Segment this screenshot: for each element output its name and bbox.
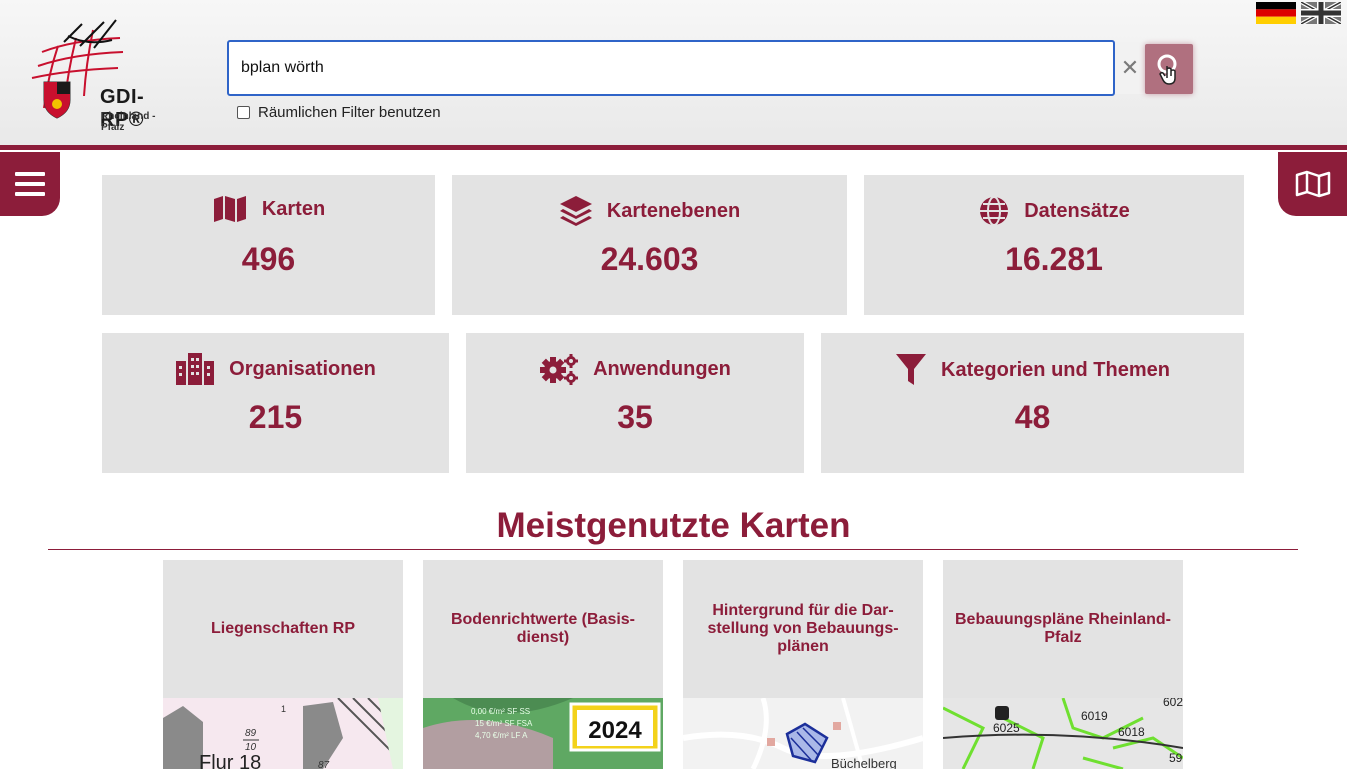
card-title: Hintergrund für die Dar-stellung von Beb… bbox=[707, 602, 899, 655]
place-label: Büchelberg bbox=[831, 756, 897, 769]
card-title: Bodenrichtwerte (Basis-dienst) bbox=[450, 611, 636, 646]
value-line: 4,70 €/m² LF A bbox=[475, 731, 528, 740]
card-thumbnail: 2024 0,00 €/m² SF SS 15 €/m² SF FSA 4,70… bbox=[423, 698, 663, 769]
close-icon: ✕ bbox=[1120, 55, 1140, 80]
card-thumbnail: Büchelberg bbox=[683, 698, 923, 769]
map-card-bebauungsplaene[interactable]: Bebauungspläne Rheinland-Pfalz 6019 6018… bbox=[943, 560, 1183, 769]
stat-count: 215 bbox=[248, 399, 303, 435]
stat-count: 16.281 bbox=[1005, 241, 1103, 277]
parcel-number: 87 bbox=[318, 760, 330, 769]
gears-icon bbox=[540, 354, 579, 385]
map-card-hintergrund[interactable]: Hintergrund für die Dar-stellung von Beb… bbox=[683, 560, 923, 769]
stat-datensaetze[interactable]: Datensätze 16.281 bbox=[864, 175, 1244, 315]
spatial-filter[interactable]: Räumlichen Filter benutzen bbox=[237, 104, 441, 121]
stat-label: Anwendungen bbox=[593, 357, 731, 380]
section-divider bbox=[48, 549, 1298, 550]
stat-label: Kategorien und Themen bbox=[941, 358, 1170, 381]
de-flag-icon[interactable] bbox=[1256, 2, 1296, 24]
gdi-rp-logo[interactable]: GDI-RP® Rheinland - Pfalz bbox=[28, 16, 178, 133]
card-thumbnail: 89 10 87 1 Flur 18 bbox=[163, 698, 403, 769]
map-icon bbox=[1295, 170, 1330, 198]
globe-icon bbox=[980, 196, 1009, 226]
search-icon bbox=[1157, 54, 1177, 85]
stat-organisationen[interactable]: Organisationen 215 bbox=[102, 333, 449, 473]
layers-icon bbox=[559, 196, 592, 226]
flur-label: Flur 18 bbox=[199, 752, 261, 769]
stat-label: Organisationen bbox=[229, 357, 376, 380]
stat-count: 24.603 bbox=[600, 241, 699, 277]
plan-number: 6019 bbox=[1081, 709, 1108, 723]
search-input[interactable] bbox=[227, 40, 1115, 96]
map-card-bodenrichtwerte[interactable]: Bodenrichtwerte (Basis-dienst) 2024 0,00… bbox=[423, 560, 663, 769]
spatial-filter-label: Räumlichen Filter benutzen bbox=[258, 104, 441, 121]
plan-number: 6018 bbox=[1118, 725, 1145, 739]
parcel-number: 89 bbox=[245, 728, 257, 739]
clear-search-button[interactable]: ✕ bbox=[1115, 42, 1145, 94]
stat-count: 35 bbox=[617, 399, 653, 435]
plan-number: 6025 bbox=[993, 721, 1020, 735]
spatial-filter-checkbox[interactable] bbox=[237, 106, 250, 119]
plan-number: 602 bbox=[1163, 698, 1183, 709]
hamburger-icon bbox=[15, 172, 45, 196]
card-thumbnail: 6019 6018 6025 602 59 bbox=[943, 698, 1183, 769]
stat-kategorien[interactable]: Kategorien und Themen 48 bbox=[821, 333, 1244, 473]
year-badge: 2024 bbox=[588, 717, 642, 744]
map-viewer-button[interactable] bbox=[1278, 152, 1347, 216]
section-title: Meistgenutzte Karten bbox=[496, 506, 851, 545]
parcel-number: 1 bbox=[281, 704, 286, 714]
stat-count: 496 bbox=[241, 241, 296, 277]
search-button[interactable] bbox=[1145, 44, 1193, 94]
menu-button[interactable] bbox=[0, 152, 60, 216]
language-switcher bbox=[1256, 2, 1341, 24]
logo-subtitle: Rheinland - Pfalz bbox=[101, 111, 156, 133]
stat-label: Kartenebenen bbox=[606, 199, 741, 222]
filter-icon bbox=[896, 354, 927, 385]
map-icon bbox=[213, 196, 246, 222]
search-bar: ✕ bbox=[227, 40, 1193, 96]
stat-label: Karten bbox=[261, 197, 326, 220]
plan-number: 59 bbox=[1169, 751, 1183, 765]
stat-karten[interactable]: Karten 496 bbox=[102, 175, 435, 315]
stat-label: Datensätze bbox=[1024, 199, 1130, 222]
map-card-liegenschaften[interactable]: Liegenschaften RP 89 10 87 1 Flur 18 bbox=[163, 560, 403, 769]
stat-kartenebenen[interactable]: Kartenebenen 24.603 bbox=[452, 175, 847, 315]
stat-count: 48 bbox=[1014, 399, 1051, 435]
value-line: 15 €/m² SF FSA bbox=[475, 719, 533, 728]
buildings-icon bbox=[176, 353, 215, 385]
en-flag-icon[interactable] bbox=[1301, 2, 1341, 24]
stat-anwendungen[interactable]: Anwendungen 35 bbox=[466, 333, 804, 473]
card-title: Liegenschaften RP bbox=[210, 620, 356, 637]
value-line: 0,00 €/m² SF SS bbox=[471, 707, 530, 716]
card-title: Bebauungspläne Rheinland-Pfalz bbox=[954, 611, 1171, 646]
header: GDI-RP® Rheinland - Pfalz ✕ Räumlichen F… bbox=[0, 0, 1347, 150]
